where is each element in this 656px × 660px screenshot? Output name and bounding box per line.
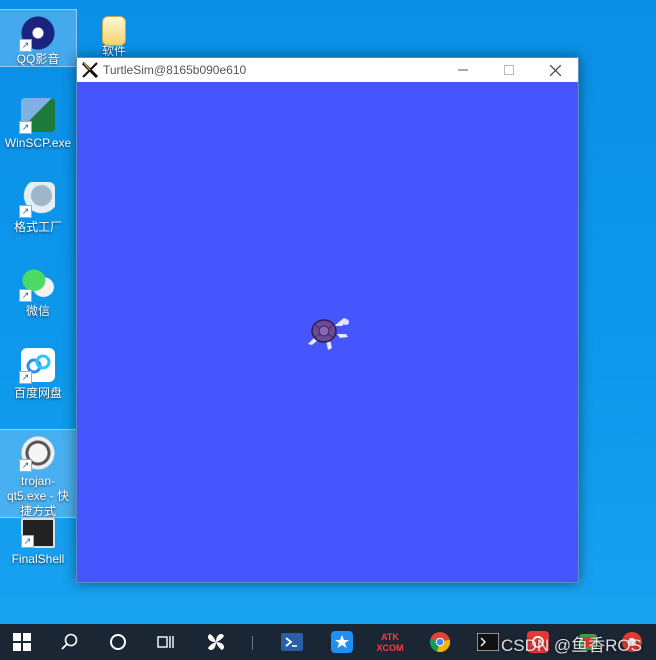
desktop-icon-wechat[interactable]: ↗ 微信 [0,260,76,318]
windows-logo-icon [13,633,31,651]
shortcut-arrow-icon: ↗ [19,205,32,218]
pinwheel-icon [208,634,224,650]
task-view-icon [157,636,174,648]
desktop-icon-baidu-netdisk[interactable]: ↗ 百度网盘 [0,342,76,400]
window-title: TurtleSim@8165b090e610 [103,63,247,77]
winscp-icon: ↗ [19,98,55,134]
powershell-icon [281,633,303,651]
desktop-icon-label: QQ影音 [16,52,60,66]
svg-text:ATK: ATK [381,632,399,642]
desktop-icon-winscp[interactable]: ↗ WinSCP.exe [0,92,76,150]
taskbar-app-atk-xcom[interactable]: ATK XCOM [370,624,410,660]
format-factory-icon: ↗ [19,182,55,218]
search-button[interactable] [50,624,90,660]
star-app-icon [331,631,353,653]
desktop-icon-finalshell[interactable]: ↗ FinalShell [0,512,76,568]
chrome-icon [429,632,451,652]
shortcut-arrow-icon: ↗ [19,121,32,134]
taskbar-app-powershell[interactable] [272,624,312,660]
turtlesim-canvas [77,82,578,582]
shortcut-arrow-icon: ↗ [19,371,32,384]
desktop-icon-software-folder[interactable]: 软件 [76,10,152,60]
shortcut-arrow-icon: ↗ [19,289,32,302]
shortcut-arrow-icon: ↗ [19,459,32,472]
close-button[interactable] [532,58,578,82]
start-button[interactable] [2,624,42,660]
desktop-icon-label: 格式工厂 [13,220,62,234]
taskbar-app-pinwheel[interactable] [196,624,236,660]
turtle-sprite [304,312,352,352]
atk-xcom-icon: ATK XCOM [376,630,404,654]
cortana-button[interactable] [98,624,138,660]
desktop-icon-label: 百度网盘 [13,386,62,400]
wechat-icon: ↗ [19,266,55,302]
trojan-qt5-icon: ↗ [19,436,55,472]
turtlesim-window[interactable]: TurtleSim@8165b090e610 [76,57,579,583]
desktop-icon-label: 微信 [25,304,50,318]
desktop-icon-label: FinalShell [11,552,65,566]
shortcut-arrow-icon: ↗ [21,535,34,548]
desktop-icon-trojan-qt5[interactable]: ↗ trojan-qt5.exe - 快捷方式 [0,429,77,518]
terminal-icon [477,633,499,651]
watermark: CSDN @鱼香ROS [501,636,642,655]
taskbar-app-chrome[interactable] [420,624,460,660]
shortcut-arrow-icon: ↗ [19,39,32,52]
svg-text:XCOM: XCOM [377,643,404,653]
taskbar-separator [252,636,253,650]
maximize-button[interactable] [486,58,532,82]
baidu-netdisk-icon: ↗ [19,348,55,384]
minimize-button[interactable] [440,58,486,82]
x-window-icon [81,61,99,79]
finalshell-icon: ↗ [21,518,55,548]
cortana-circle-icon [110,634,126,650]
desktop-icon-format-factory[interactable]: ↗ 格式工厂 [0,176,76,234]
task-view-button[interactable] [146,624,186,660]
desktop-icon-label: WinSCP.exe [4,136,72,150]
window-titlebar[interactable]: TurtleSim@8165b090e610 [77,58,578,82]
search-icon [61,633,78,650]
folder-icon [102,16,126,46]
qqplayer-icon: ↗ [19,16,55,52]
desktop-icon-qqplayer[interactable]: ↗ QQ影音 [0,9,77,67]
taskbar-app-star[interactable] [322,624,362,660]
